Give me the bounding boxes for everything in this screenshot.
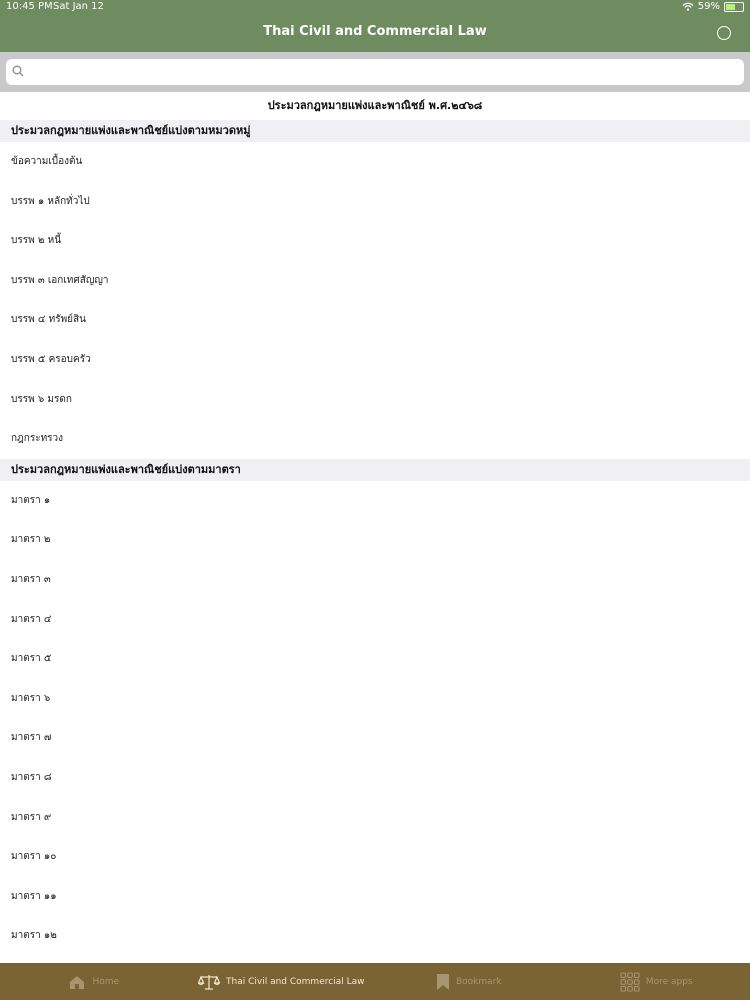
status-bar: 10:45 PM Sat Jan 12 59%	[0, 0, 750, 16]
list-item[interactable]: บรรพ ๖ มรดก	[0, 380, 750, 420]
navigation-bar: 10:45 PM Sat Jan 12 59% Thai Civil and C…	[0, 0, 750, 52]
list-item[interactable]: มาตรา ๑๐	[0, 837, 750, 877]
section-header-sections: ประมวลกฎหมายแพ่งและพาณิชย์แบ่งตามมาตรา	[0, 458, 750, 481]
bookmark-icon	[436, 973, 449, 990]
tab-home[interactable]: Home	[0, 963, 188, 1000]
list-item[interactable]: บรรพ ๔ ทรัพย์สิน	[0, 300, 750, 340]
home-icon	[70, 975, 85, 989]
page-title: Thai Civil and Commercial Law	[263, 24, 487, 39]
tab-bar: Home Thai Civil and Commercial Law Bookm…	[0, 963, 750, 1000]
list-item[interactable]: มาตรา ๑๒	[0, 916, 750, 956]
list-item[interactable]: มาตรา ๖	[0, 679, 750, 719]
list-item[interactable]: มาตรา ๒	[0, 520, 750, 560]
content-title: ประมวลกฎหมายแพ่งและพาณิชย์ พ.ศ.๒๔๖๘	[267, 99, 483, 112]
tab-bookmark[interactable]: Bookmark	[375, 963, 563, 1000]
tab-label: Home	[92, 976, 120, 987]
list-item[interactable]: มาตรา ๓	[0, 560, 750, 600]
battery-percent: 59%	[697, 1, 720, 12]
list-item[interactable]: มาตรา ๑	[0, 481, 750, 521]
section-header-categories: ประมวลกฎหมายแพ่งและพาณิชย์แบ่งตามหมวดหมู…	[0, 120, 750, 142]
list-item[interactable]: มาตรา ๑๑	[0, 877, 750, 917]
list-item[interactable]: มาตรา ๕	[0, 639, 750, 679]
user-circle-icon[interactable]	[717, 26, 731, 40]
apps-grid-icon	[620, 971, 640, 992]
list-item[interactable]: บรรพ ๑ หลักทั่วไป	[0, 182, 750, 222]
list-item[interactable]: กฎกระทรวง	[0, 419, 750, 459]
tab-label: More apps	[645, 976, 693, 987]
status-date: Sat Jan 12	[53, 1, 104, 12]
battery-icon	[724, 1, 744, 12]
list-item[interactable]: มาตรา ๗	[0, 718, 750, 758]
tab-thai-civil-law[interactable]: Thai Civil and Commercial Law	[188, 963, 376, 1000]
search-bar	[0, 52, 750, 92]
law-list: ประมวลกฎหมายแพ่งและพาณิชย์ พ.ศ.๒๔๖๘ ประม…	[0, 92, 750, 962]
list-item[interactable]: บรรพ ๕ ครอบครัว	[0, 340, 750, 380]
list-item[interactable]: มาตรา ๙	[0, 798, 750, 838]
battery-level	[726, 3, 736, 10]
tab-label: Bookmark	[455, 976, 502, 987]
wifi-icon	[682, 2, 694, 11]
search-input[interactable]	[6, 59, 744, 85]
search-icon	[12, 65, 24, 77]
list-item[interactable]: บรรพ ๓ เอกเทศสัญญา	[0, 261, 750, 301]
list-item[interactable]: ข้อความเบื้องต้น	[0, 142, 750, 182]
status-right: 59%	[682, 1, 744, 12]
list-item[interactable]: มาตรา ๔	[0, 600, 750, 640]
tab-more-apps[interactable]: More apps	[563, 963, 750, 1000]
list-item[interactable]: บรรพ ๒ หนี้	[0, 221, 750, 261]
list-item[interactable]: มาตรา ๘	[0, 758, 750, 798]
tab-label: Thai Civil and Commercial Law	[226, 976, 365, 987]
status-time: 10:45 PM	[6, 1, 53, 12]
scales-icon	[198, 974, 221, 990]
